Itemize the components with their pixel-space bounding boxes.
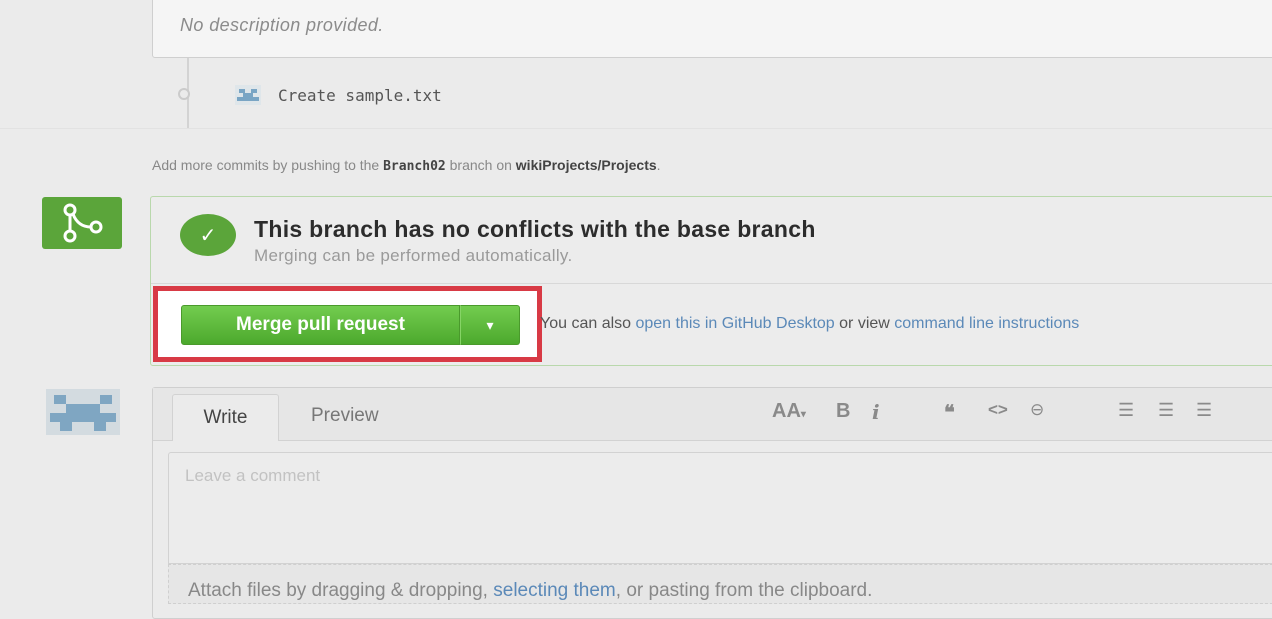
- quote-icon[interactable]: ❝: [944, 400, 955, 425]
- comment-placeholder: Leave a comment: [185, 466, 321, 485]
- push-hint-middle: branch on: [445, 157, 516, 173]
- push-hint-suffix: .: [656, 157, 661, 173]
- push-hint: Add more commits by pushing to the Branc…: [152, 157, 661, 174]
- select-files-link[interactable]: selecting them: [493, 580, 616, 601]
- merge-status-subtitle: Merging can be performed automatically.: [254, 246, 573, 265]
- user-avatar[interactable]: [46, 389, 120, 435]
- comment-textarea[interactable]: [168, 452, 1272, 564]
- check-icon: ✓: [180, 214, 236, 256]
- git-merge-icon: [63, 203, 103, 243]
- commit-icon: [178, 88, 190, 100]
- commit-message[interactable]: Create sample.txt: [278, 86, 442, 105]
- branch-name: Branch02: [383, 159, 446, 174]
- merge-status-icon: [42, 197, 122, 249]
- command-line-link[interactable]: command line instructions: [894, 315, 1079, 332]
- merge-status-title: This branch has no conflicts with the ba…: [254, 216, 816, 242]
- attach-suffix: , or pasting from the clipboard.: [615, 580, 873, 601]
- merge-alternatives: You can also open this in GitHub Desktop…: [540, 315, 1079, 333]
- ordered-list-icon[interactable]: ☰: [1158, 400, 1174, 421]
- merge-options-dropdown[interactable]: ▾: [460, 305, 520, 345]
- attach-prefix: Attach files by dragging & dropping,: [188, 580, 494, 601]
- italic-icon[interactable]: i: [872, 400, 880, 424]
- repo-name: wikiProjects/Projects: [515, 157, 657, 173]
- bold-icon[interactable]: B: [836, 400, 850, 423]
- merge-alt-prefix: You can also: [540, 315, 636, 332]
- tab-preview[interactable]: Preview: [311, 405, 379, 427]
- merge-panel-divider: [151, 283, 1272, 284]
- tab-write[interactable]: Write: [172, 394, 279, 441]
- unordered-list-icon[interactable]: ☰: [1118, 400, 1134, 421]
- commit-avatar[interactable]: [235, 85, 261, 105]
- heading-icon[interactable]: AA▾: [772, 400, 806, 423]
- merge-pull-request-button[interactable]: Merge pull request: [181, 305, 460, 345]
- push-hint-prefix: Add more commits by pushing to the: [152, 157, 384, 173]
- code-icon[interactable]: <>: [988, 400, 1008, 420]
- divider: [0, 128, 1272, 129]
- link-icon[interactable]: ⊖: [1030, 400, 1044, 420]
- task-list-icon[interactable]: ☰: [1196, 400, 1212, 421]
- merge-alt-middle: or view: [834, 315, 895, 332]
- description-text: No description provided.: [180, 15, 384, 35]
- github-desktop-link[interactable]: open this in GitHub Desktop: [635, 315, 834, 332]
- chevron-down-icon: ▾: [486, 316, 494, 333]
- attach-files-text: Attach files by dragging & dropping, sel…: [188, 580, 872, 602]
